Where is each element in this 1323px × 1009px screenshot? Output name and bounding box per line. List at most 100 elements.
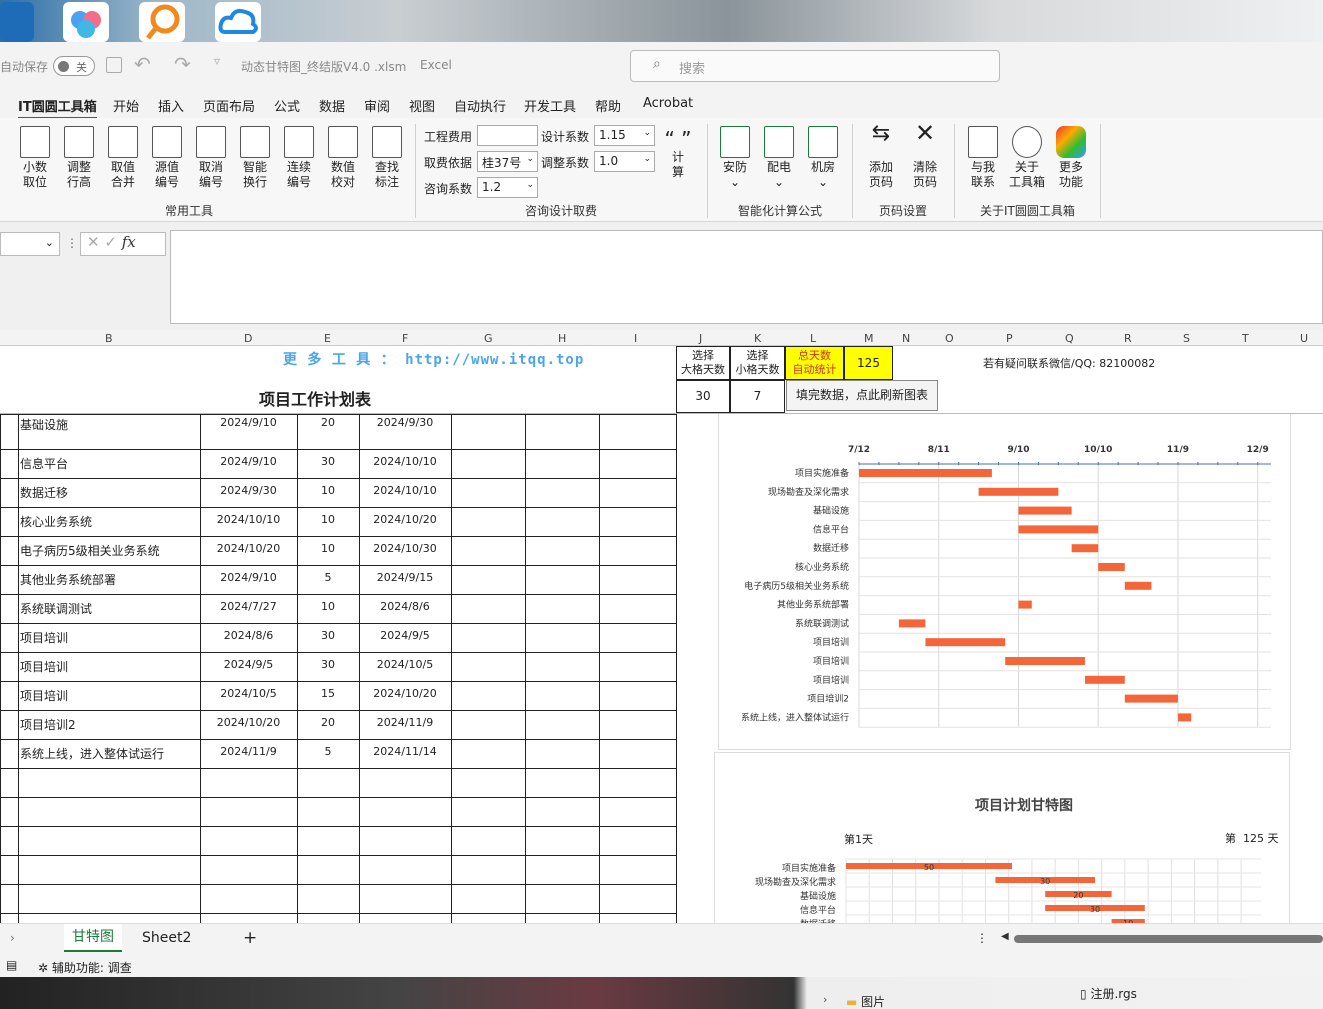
refresh-chart-button[interactable]: 填完数据，点此刷新图表 xyxy=(786,380,938,411)
customize-qat-icon[interactable]: ▿ xyxy=(214,54,220,68)
macro-record-icon[interactable]: ▤ xyxy=(6,958,17,972)
duration-cell[interactable]: 20 xyxy=(297,416,359,429)
col-header-k[interactable]: K xyxy=(754,332,761,345)
gantt-chart-top[interactable]: 7/12 8/11 9/10 10/10 11/9 12/9 项目实施准备 现场勘查及深化需求… xyxy=(718,414,1291,750)
sheet-tab-sheet2[interactable]: Sheet2 xyxy=(142,930,191,946)
duration-cell[interactable]: 15 xyxy=(297,687,359,700)
start-date-cell[interactable]: 2024/10/20 xyxy=(200,716,297,729)
about-toolbox-button[interactable]: 关于 工具箱 xyxy=(1007,126,1047,190)
name-box[interactable]: ⌄ xyxy=(0,232,60,256)
scroll-left-icon[interactable]: ◀ xyxy=(1001,931,1009,942)
col-header-f[interactable]: F xyxy=(402,332,408,345)
end-date-cell[interactable]: 2024/8/6 xyxy=(359,600,451,613)
monitor-icon[interactable] xyxy=(0,2,34,42)
find-mark-button[interactable]: 查找 标注 xyxy=(367,126,407,190)
end-date-cell[interactable]: 2024/10/30 xyxy=(359,542,451,555)
continuous-number-button[interactable]: 连续 编号 xyxy=(279,126,319,190)
task-name-cell[interactable]: 基础设施 xyxy=(20,416,198,433)
start-date-cell[interactable]: 2024/9/10 xyxy=(200,455,297,468)
start-date-cell[interactable]: 2024/7/27 xyxy=(200,600,297,613)
col-header-o[interactable]: O xyxy=(945,332,954,345)
add-sheet-button[interactable]: + xyxy=(243,928,257,948)
col-header-e[interactable]: E xyxy=(324,332,331,345)
cancel-icon[interactable]: ✕ xyxy=(87,233,100,251)
tab-view[interactable]: 视图 xyxy=(409,96,435,115)
duration-cell[interactable]: 10 xyxy=(297,542,359,555)
calculate-button[interactable]: “ ” 计算 xyxy=(660,128,696,180)
tab-it-toolbox[interactable]: IT圆圆工具箱 xyxy=(18,96,97,119)
start-date-cell[interactable]: 2024/10/20 xyxy=(200,542,297,555)
tab-formulas[interactable]: 公式 xyxy=(274,96,300,115)
col-header-p[interactable]: P xyxy=(1006,332,1013,345)
start-date-cell[interactable]: 2024/9/10 xyxy=(200,416,297,429)
accessibility-status[interactable]: ✲ 辅助功能: 调查 xyxy=(38,959,132,976)
design-coef-select[interactable]: 1.15 ⌄ xyxy=(594,125,655,146)
col-header-t[interactable]: T xyxy=(1242,332,1249,345)
sheet-tab-gantt[interactable]: 甘特图 xyxy=(64,924,122,952)
duration-cell[interactable]: 10 xyxy=(297,513,359,526)
undo-icon[interactable]: ↶ xyxy=(134,52,151,76)
end-date-cell[interactable]: 2024/9/30 xyxy=(359,416,451,429)
end-date-cell[interactable]: 2024/9/15 xyxy=(359,571,451,584)
tab-home[interactable]: 开始 xyxy=(113,96,139,115)
more-options-icon[interactable]: ⋮ xyxy=(976,931,988,945)
more-features-button[interactable]: 更多 功能 xyxy=(1051,126,1091,190)
expand-arrow-icon[interactable]: › xyxy=(823,993,827,1006)
tab-developer[interactable]: 开发工具 xyxy=(524,96,576,115)
task-name-cell[interactable]: 核心业务系统 xyxy=(20,513,198,530)
search-app-icon[interactable] xyxy=(139,2,185,42)
col-header-l[interactable]: L xyxy=(810,332,816,345)
end-date-cell[interactable]: 2024/11/9 xyxy=(359,716,451,729)
save-icon[interactable] xyxy=(106,57,122,73)
value-check-button[interactable]: 数值 校对 xyxy=(323,126,363,190)
formula-options-icon[interactable]: ⋮ xyxy=(66,236,78,250)
worksheet[interactable]: 更 多 工 具 ： http://www.itqq.top 项目工作计划表 选择… xyxy=(0,346,1323,923)
folder-pictures[interactable]: ▬ 图片 xyxy=(846,993,885,1009)
duration-cell[interactable]: 5 xyxy=(297,745,359,758)
duration-cell[interactable]: 10 xyxy=(297,484,359,497)
power-calc-button[interactable]: 配电 ⌄ xyxy=(759,126,799,190)
col-header-d[interactable]: D xyxy=(244,332,252,345)
tab-data[interactable]: 数据 xyxy=(319,96,345,115)
search-box[interactable]: ⌕ 搜索 xyxy=(630,50,1000,82)
col-header-n[interactable]: N xyxy=(902,332,910,345)
col-header-m[interactable]: M xyxy=(864,332,874,345)
merge-values-button[interactable]: 取值 合并 xyxy=(103,126,143,190)
tab-review[interactable]: 审阅 xyxy=(364,96,390,115)
redo-icon[interactable]: ↷ xyxy=(174,52,191,76)
col-header-i[interactable]: I xyxy=(634,332,637,345)
task-name-cell[interactable]: 项目培训 xyxy=(20,629,198,646)
tab-page-layout[interactable]: 页面布局 xyxy=(203,96,255,115)
task-name-cell[interactable]: 项目培训2 xyxy=(20,716,198,733)
start-date-cell[interactable]: 2024/10/10 xyxy=(200,513,297,526)
source-number-button[interactable]: 源值 编号 xyxy=(147,126,187,190)
cancel-number-button[interactable]: 取消 编号 xyxy=(191,126,231,190)
server-room-calc-button[interactable]: 机房 ⌄ xyxy=(803,126,843,190)
col-header-r[interactable]: R xyxy=(1124,332,1132,345)
end-date-cell[interactable]: 2024/10/10 xyxy=(359,455,451,468)
end-date-cell[interactable]: 2024/11/14 xyxy=(359,745,451,758)
duration-cell[interactable]: 30 xyxy=(297,629,359,642)
end-date-cell[interactable]: 2024/9/5 xyxy=(359,629,451,642)
tab-acrobat[interactable]: Acrobat xyxy=(643,96,693,111)
task-name-cell[interactable]: 系统上线，进入整体试运行 xyxy=(20,745,198,762)
task-name-cell[interactable]: 信息平台 xyxy=(20,455,198,472)
cloud-app-icon[interactable] xyxy=(215,2,261,42)
task-name-cell[interactable]: 数据迁移 xyxy=(20,484,198,501)
add-page-number-button[interactable]: ⇆ 添加 页码 xyxy=(861,123,901,190)
insert-function-icon[interactable]: fx xyxy=(122,233,136,251)
col-header-b[interactable]: B xyxy=(105,332,113,345)
end-date-cell[interactable]: 2024/10/10 xyxy=(359,484,451,497)
scroll-tabs-icon[interactable]: › xyxy=(10,931,15,945)
project-fee-input[interactable] xyxy=(477,125,538,146)
task-name-cell[interactable]: 其他业务系统部署 xyxy=(20,571,198,588)
security-calc-button[interactable]: 安防 ⌄ xyxy=(715,126,755,190)
decimal-round-button[interactable]: 小数 取位 xyxy=(15,126,55,190)
duration-cell[interactable]: 30 xyxy=(297,658,359,671)
baidu-netdisk-icon[interactable] xyxy=(63,2,109,42)
horizontal-scrollbar[interactable] xyxy=(1014,935,1323,943)
adjust-coef-select[interactable]: 1.0 ⌄ xyxy=(594,151,655,172)
gantt-chart-bottom[interactable]: 项目计划甘特图 第1天 第 125 天 项目实施准备 50 现场勘查及深化需求 30 基… xyxy=(714,752,1290,923)
clear-page-number-button[interactable]: ✕ 清除 页码 xyxy=(905,121,945,190)
duration-cell[interactable]: 5 xyxy=(297,571,359,584)
